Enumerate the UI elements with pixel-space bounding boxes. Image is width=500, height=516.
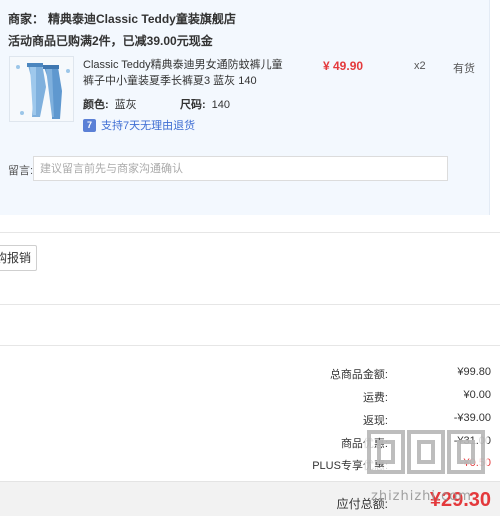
invoice-button[interactable]: 购报销 (0, 245, 37, 271)
summary-label: 总商品金额: (329, 369, 388, 381)
summary-row-plus-discount: PLUS专享优惠: -¥0.50 (0, 457, 500, 475)
stock-status: 有货 (453, 63, 475, 75)
shop-order-panel: 商家： 精典泰迪Classic Teddy童装旗舰店 活动商品已购满2件，已减39… (0, 0, 490, 215)
summary-value: ¥0.00 (463, 389, 491, 401)
summary-row-shipping: 运费: ¥0.00 (0, 389, 500, 407)
summary-label: 返现: (362, 415, 388, 427)
return-policy-text: 支持7天无理由退货 (101, 120, 196, 132)
summary-value: ¥99.80 (457, 366, 491, 378)
color-label: 颜色: (83, 99, 109, 111)
quantity: x2 (414, 60, 426, 72)
return-policy-icon: 7 (83, 118, 96, 132)
return-policy[interactable]: 7 支持7天无理由退货 (83, 117, 195, 133)
summary-value: -¥31.00 (453, 435, 491, 447)
product-size: 尺码: 140 (180, 96, 230, 112)
size-value: 140 (211, 99, 231, 111)
remark-label: 留言: (8, 165, 34, 177)
summary-label: PLUS专享优惠: (312, 460, 388, 472)
summary-row-cashback: 返现: -¥39.00 (0, 412, 500, 430)
divider (0, 232, 500, 233)
remark-input[interactable] (33, 156, 448, 181)
summary-row-discount: 商品优惠: -¥31.00 (0, 435, 500, 453)
summary-label: 运费: (362, 392, 388, 404)
product-title[interactable]: Classic Teddy精典泰迪男女通防蚊裤儿童裤子中小童装夏季长裤夏3 蓝灰… (83, 57, 293, 89)
product-thumbnail[interactable] (9, 56, 74, 122)
shop-name[interactable]: 精典泰迪Classic Teddy童装旗舰店 (48, 12, 236, 26)
divider (0, 345, 500, 346)
product-thumbnail-image (10, 57, 73, 121)
product-color: 颜色: 蓝灰 (83, 96, 137, 112)
summary-label: 商品优惠: (340, 438, 388, 450)
shop-name-line: 商家： 精典泰迪Classic Teddy童装旗舰店 (8, 10, 236, 27)
unit-price: ¥ 49.90 (323, 59, 364, 73)
total-amount: ¥29.30 (429, 489, 491, 511)
total-label: 应付总额: (336, 497, 388, 511)
summary-row-goods: 总商品金额: ¥99.80 (0, 366, 500, 384)
size-label: 尺码: (180, 99, 206, 111)
color-value: 蓝灰 (114, 99, 137, 111)
payable-total-bar: 应付总额: ¥29.30 (0, 481, 500, 516)
promo-line: 活动商品已购满2件，已减39.00元现金 (8, 34, 213, 48)
summary-value: -¥39.00 (453, 412, 491, 424)
divider (0, 304, 500, 305)
shop-name-label: 商家： (8, 12, 45, 26)
summary-value: -¥0.50 (459, 457, 491, 469)
